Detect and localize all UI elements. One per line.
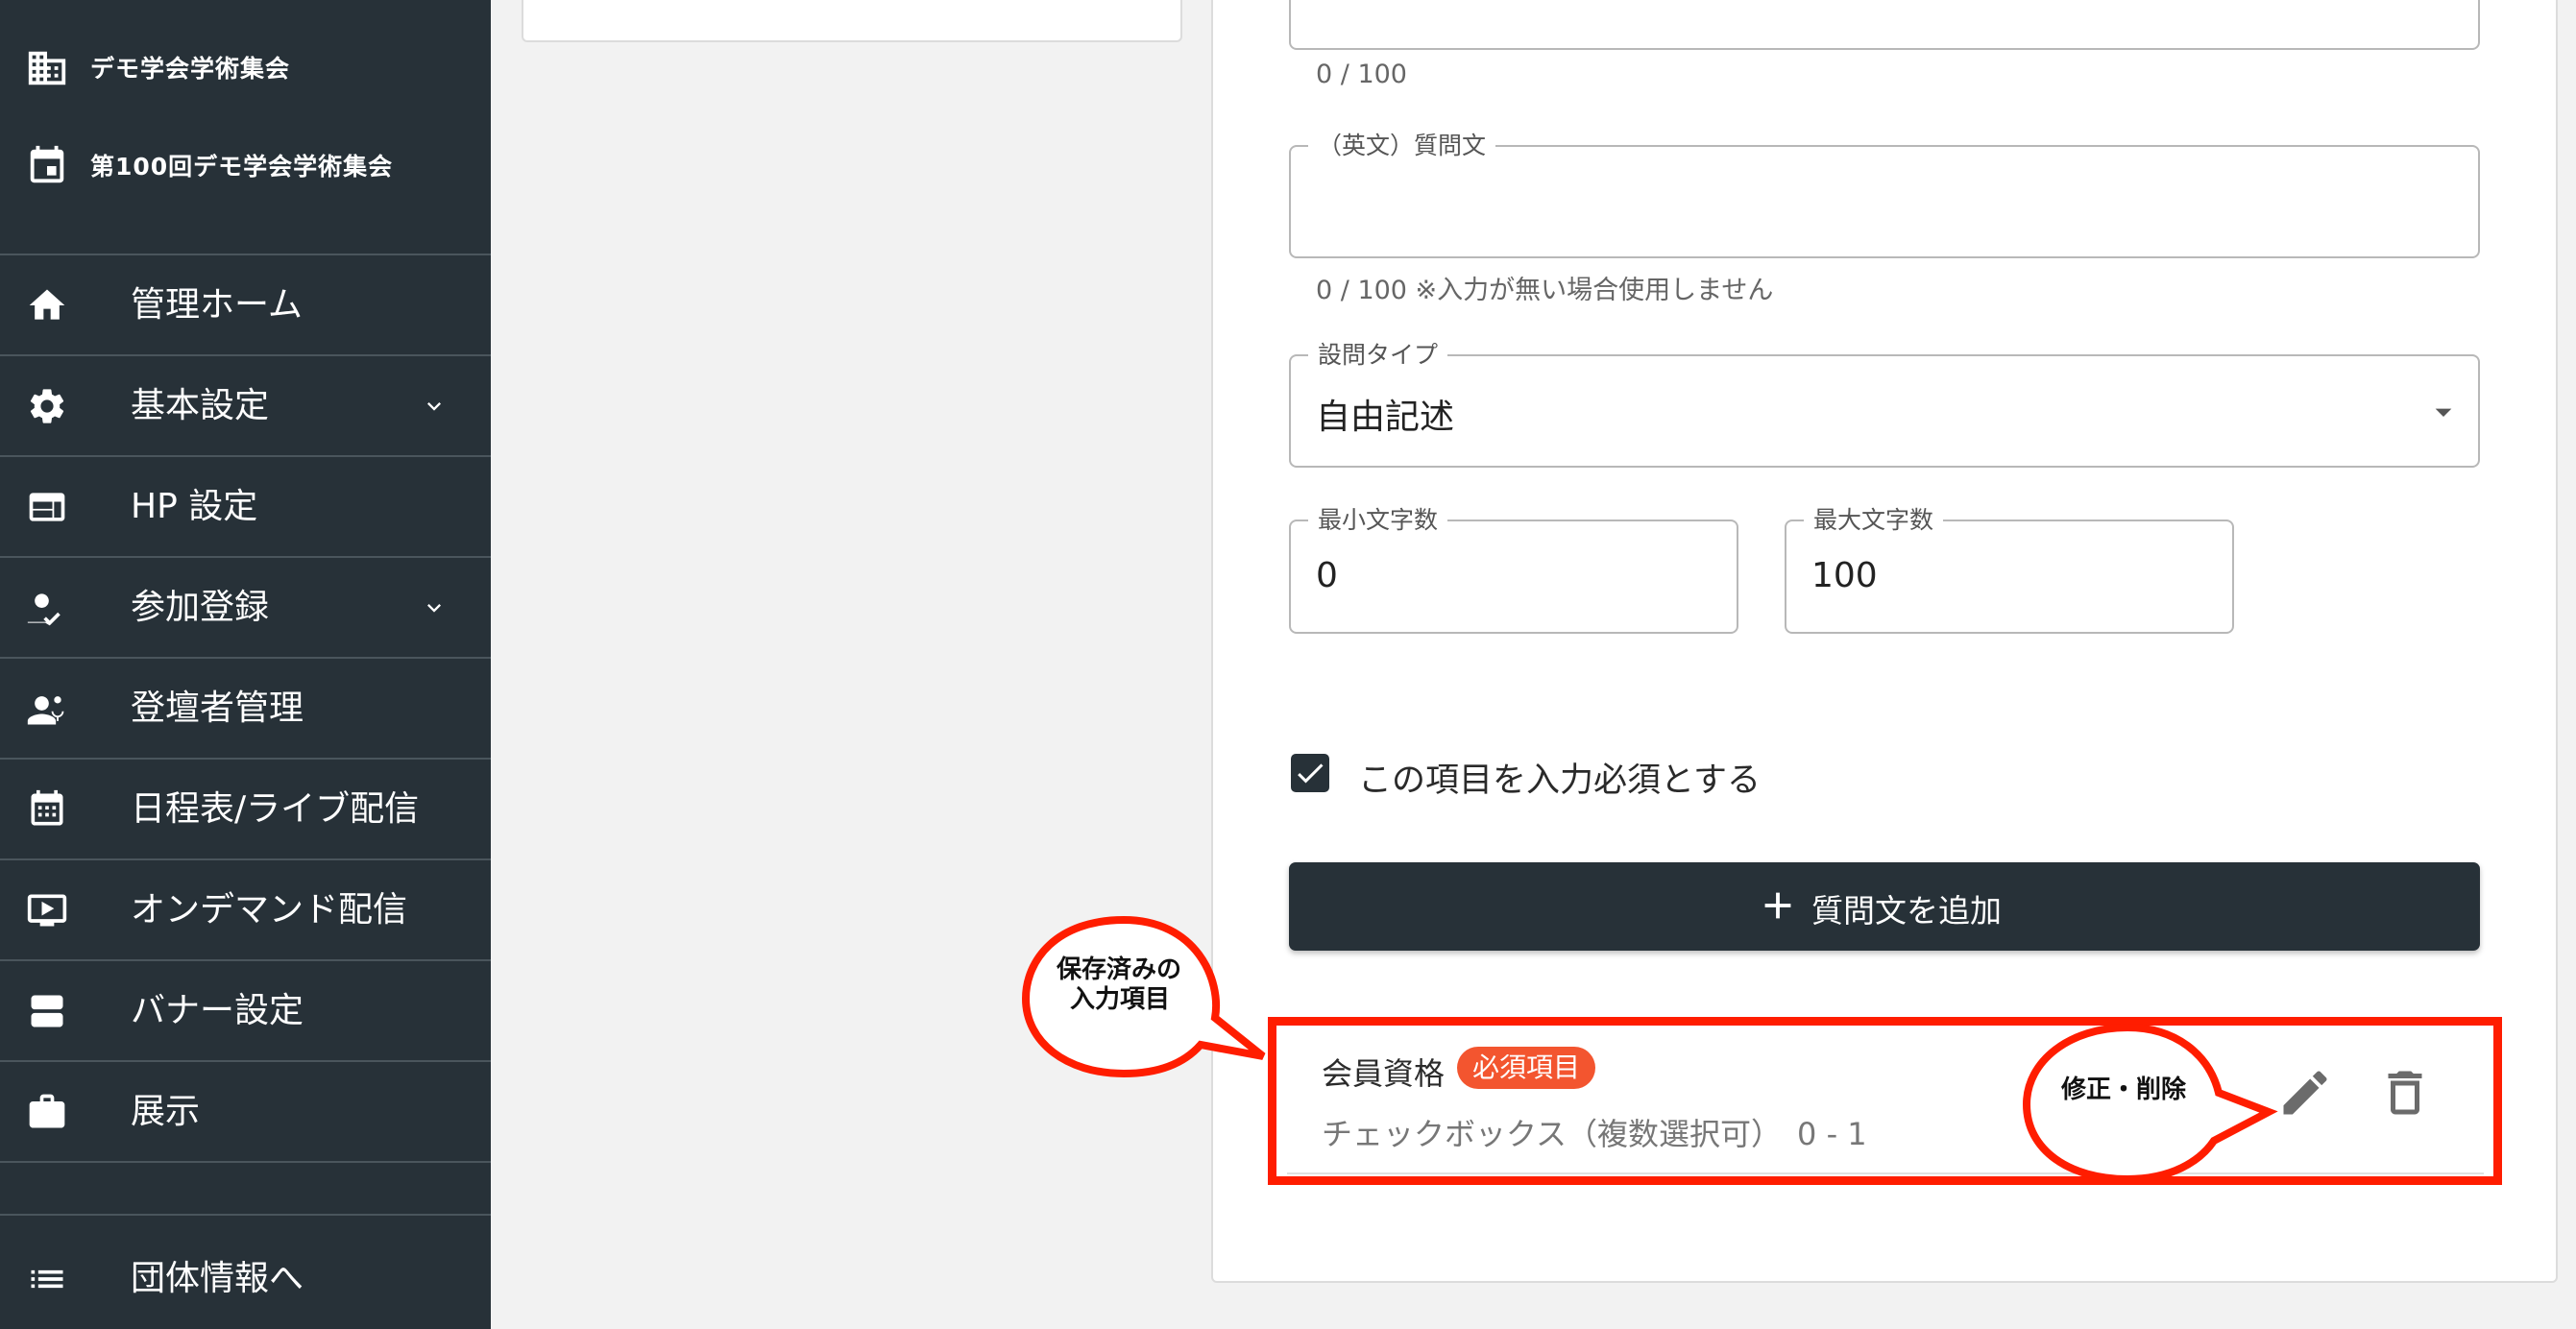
gear-icon [30,389,64,423]
video-icon [27,894,67,927]
edit-callout-text: 修正・削除 [2061,1075,2187,1104]
sidebar-item-label: 基本設定 [131,386,270,425]
chevron-down-icon [427,604,441,613]
question-ja-input[interactable] [1289,0,2480,50]
sidebar-item-home[interactable]: 管理ホーム [0,255,491,354]
sidebar-item-on-demand[interactable]: オンデマンド配信 [0,860,491,959]
calendar-icon [31,789,63,826]
question-ja-counter: 0 / 100 [1316,60,1407,89]
list-icon [31,1269,63,1289]
user-check-icon [27,593,61,626]
sidebar-item-org-info[interactable]: 団体情報へ [0,1229,491,1328]
add-question-button[interactable]: 質問文を追加 [1289,862,2480,951]
min-chars-input[interactable]: 最小文字数 0 [1289,506,1738,634]
org-name: デモ学会学術集会 [90,55,291,83]
sidebar-item-schedule[interactable]: 日程表/ライブ配信 [0,760,491,858]
chevron-down-icon [427,402,441,411]
min-chars-value: 0 [1316,556,1338,595]
event-row[interactable]: 第100回デモ学会学術集会 [0,127,491,204]
briefcase-icon [29,1094,65,1128]
question-en-input[interactable]: （英文）質問文 [1289,132,2480,258]
sidebar-item-speakers[interactable]: 登壇者管理 [0,659,491,758]
sidebar-item-label: バナー設定 [131,991,304,1030]
edit-callout-bubble [2022,1023,2278,1184]
sidebar-item-exhibits[interactable]: 展示 [0,1062,491,1161]
sidebar-item-label: 登壇者管理 [131,689,304,728]
question-type-select[interactable]: 設問タイプ 自由記述 [1289,341,2480,468]
sidebar-item-label: 日程表/ライブ配信 [131,789,420,829]
sidebar-item-label: 団体情報へ [131,1259,304,1298]
sidebar: デモ学会学術集会 第100回デモ学会学術集会 管理ホーム 基本設定 HP 設定 … [0,0,491,1329]
nav-divider [0,1214,491,1216]
web-icon [29,493,65,521]
banner-icon [31,995,63,1027]
plus-icon [1764,892,1791,919]
sidebar-item-label: 参加登録 [131,588,270,627]
sidebar-item-basic-settings[interactable]: 基本設定 [0,356,491,455]
saved-callout-line1: 保存済みの [1057,955,1182,984]
org-row[interactable]: デモ学会学術集会 [0,29,491,106]
sidebar-item-hp-settings[interactable]: HP 設定 [0,457,491,556]
sidebar-item-label: 展示 [131,1092,201,1131]
min-chars-label: 最小文字数 [1308,506,1448,535]
question-type-label: 設問タイプ [1308,341,1448,370]
sidebar-item-label: オンデマンド配信 [131,890,408,930]
required-checkbox-label: この項目を入力必須とする [1358,761,1761,800]
max-chars-input[interactable]: 最大文字数 100 [1785,506,2234,634]
speaker-icon [27,696,64,725]
required-checkbox[interactable] [1291,754,1329,792]
question-en-label: （英文）質問文 [1308,132,1496,160]
nav-divider [0,1161,491,1163]
sidebar-item-registration[interactable]: 参加登録 [0,558,491,657]
event-calendar-icon [30,145,64,183]
question-type-value: 自由記述 [1316,398,1455,437]
left-card [522,0,1182,42]
sidebar-item-label: HP 設定 [131,487,258,526]
max-chars-label: 最大文字数 [1804,506,1944,535]
sidebar-item-label: 管理ホーム [131,285,303,325]
max-chars-value: 100 [1811,556,1878,595]
event-name: 第100回デモ学会学術集会 [90,153,394,181]
checkmark-icon [1298,763,1324,784]
add-question-label: 質問文を追加 [1811,892,2002,930]
sidebar-item-banners[interactable]: バナー設定 [0,961,491,1060]
home-icon [29,289,65,320]
dropdown-arrow-icon [2435,408,2452,417]
question-en-helper: 0 / 100 ※入力が無い場合使用しません [1316,276,1774,305]
building-icon [28,51,66,85]
saved-item-highlight [1268,1017,2502,1185]
saved-callout-line2: 入力項目 [1070,985,1171,1014]
